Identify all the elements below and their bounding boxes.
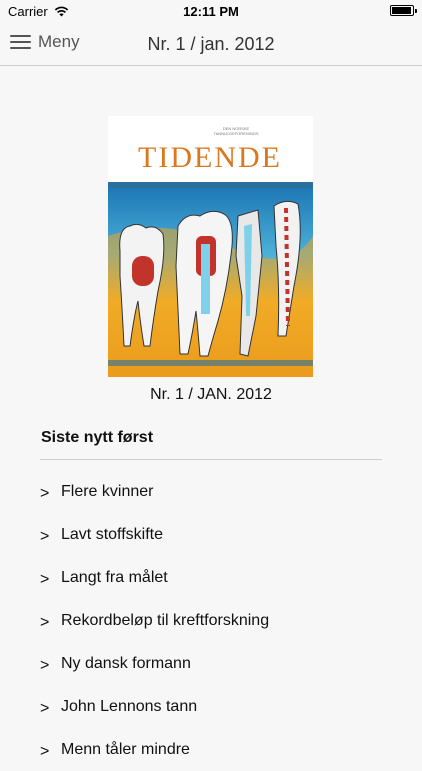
menu-label[interactable]: Meny	[38, 32, 80, 52]
list-item[interactable]: > John Lennons tann	[0, 685, 422, 728]
list-item[interactable]: > Ny dansk formann	[0, 642, 422, 685]
cover-masthead: TIDENDE	[138, 141, 282, 174]
divider	[40, 459, 382, 460]
list-item[interactable]: > Lavt stoffskifte	[0, 513, 422, 556]
menu-button[interactable]: Meny	[10, 32, 80, 52]
chevron-right-icon: >	[40, 743, 50, 760]
issue-caption: Nr. 1 / JAN. 2012	[150, 386, 272, 403]
list-item-label[interactable]: Rekordbeløp til kreftforskning	[61, 612, 269, 630]
section-heading: Siste nytt først	[41, 429, 154, 446]
list-item[interactable]: > Flere kvinner	[0, 470, 422, 513]
chevron-right-icon: >	[40, 700, 50, 717]
status-time: 12:11 PM	[183, 4, 239, 19]
battery-fill	[392, 7, 411, 14]
chevron-right-icon: >	[40, 657, 50, 674]
status-bar: Carrier 12:11 PM	[0, 0, 422, 24]
chevron-right-icon: >	[40, 614, 50, 631]
chevron-right-icon: >	[40, 571, 50, 588]
cover-publisher-line2: TANNLEGEFORENINGS	[213, 131, 258, 136]
page-title: Nr. 1 / jan. 2012	[147, 34, 275, 54]
list-item-label[interactable]: Flere kvinner	[61, 483, 153, 501]
list-item-label[interactable]: Lavt stoffskifte	[61, 526, 163, 544]
magazine-cover[interactable]: DEN NORSKE TANNLEGEFORENINGS TIDENDE	[108, 116, 313, 377]
chevron-right-icon: >	[40, 485, 50, 502]
list-item-label[interactable]: Ny dansk formann	[61, 655, 191, 673]
chevron-right-icon: >	[40, 528, 50, 545]
list-item[interactable]: > Langt fra målet	[0, 556, 422, 599]
list-item-label[interactable]: Menn tåler mindre	[61, 741, 190, 759]
nav-bar: Meny Nr. 1 / jan. 2012	[0, 24, 422, 66]
list-item-label[interactable]: John Lennons tann	[61, 698, 197, 716]
battery-icon	[390, 5, 417, 16]
hamburger-icon[interactable]	[10, 34, 31, 50]
list-item[interactable]: > Rekordbeløp til kreftforskning	[0, 599, 422, 642]
list-item-label[interactable]: Langt fra målet	[61, 569, 168, 587]
cover-artwork[interactable]: DEN NORSKE TANNLEGEFORENINGS TIDENDE	[108, 116, 313, 377]
